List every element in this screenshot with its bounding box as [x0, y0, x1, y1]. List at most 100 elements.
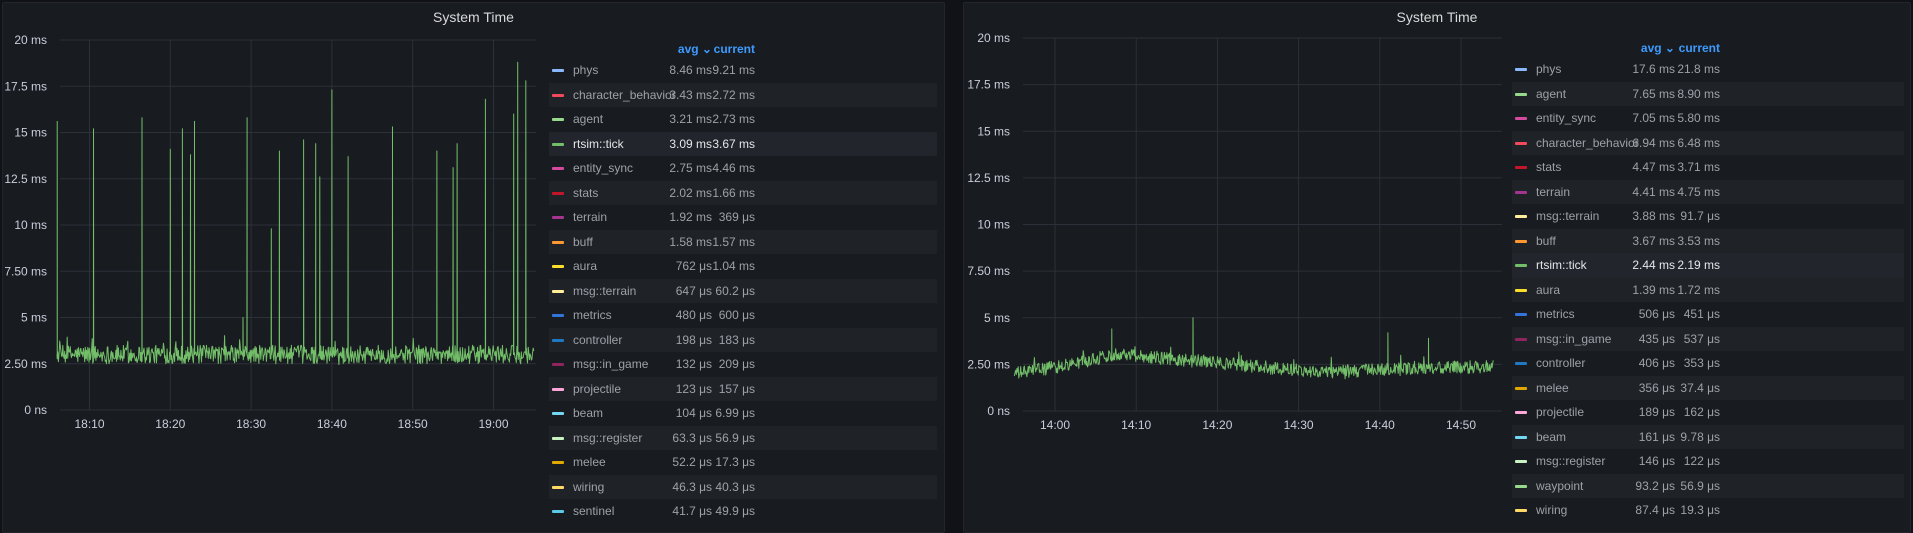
system-time-panel-right[interactable]: System Time 0 ns 2.50 ms 5 ms 7.50 ms 10 ms 1… — [963, 2, 1911, 533]
legend-row[interactable]: controller 406 μs 353 μs — [1512, 351, 1904, 376]
legend-row[interactable]: msg::in_game 132 μs 209 μs — [549, 352, 937, 377]
system-time-panel-left[interactable]: System Time 0 ns 2.50 ms 5 ms 7.50 ms 10 ms 1… — [2, 2, 945, 533]
legend-series-name[interactable]: msg::in_game — [573, 352, 648, 377]
legend-series-name[interactable]: terrain — [573, 205, 607, 230]
legend-row[interactable]: msg::terrain 647 μs 60.2 μs — [549, 278, 937, 304]
legend-series-name[interactable]: melee — [1536, 376, 1569, 401]
legend-series-name[interactable]: controller — [573, 328, 622, 353]
legend-table: avg ⌄ current phys 8.46 ms 9.21 ms character_… — [549, 38, 937, 524]
legend-series-name[interactable]: melee — [573, 450, 606, 475]
legend-color-swatch — [552, 485, 564, 489]
legend-series-name[interactable]: wiring — [573, 475, 604, 500]
legend-row[interactable]: beam 104 μs 6.99 μs — [549, 401, 937, 426]
legend-row[interactable]: stats 4.47 ms 3.71 ms — [1512, 155, 1904, 180]
legend-series-name[interactable]: msg::in_game — [1536, 327, 1611, 352]
sort-current-column-header[interactable]: current — [714, 42, 755, 56]
legend-avg-value: 647 μs — [675, 283, 712, 298]
legend-series-name[interactable]: aura — [1536, 278, 1560, 303]
legend-row[interactable]: projectile 123 μs 157 μs — [549, 376, 937, 402]
legend-series-name[interactable]: beam — [1536, 425, 1566, 450]
legend-row[interactable]: agent 7.65 ms 8.90 ms — [1512, 81, 1904, 107]
legend-row[interactable]: msg::register 146 μs 122 μs — [1512, 449, 1904, 474]
legend-row[interactable]: melee 356 μs 37.4 μs — [1512, 375, 1904, 401]
legend-current-value: 4.75 ms — [1677, 184, 1720, 199]
legend-series-name[interactable]: msg::terrain — [573, 279, 636, 304]
legend-row[interactable]: phys 17.6 ms 21.8 ms — [1512, 57, 1904, 82]
legend-series-name[interactable]: character_behavior — [1536, 131, 1639, 156]
legend-row[interactable]: agent 3.21 ms 2.73 ms — [549, 107, 937, 132]
legend-series-name[interactable]: sentinel — [573, 499, 614, 524]
legend-series-name[interactable]: metrics — [573, 303, 612, 328]
legend-series-name[interactable]: rtsim::tick — [1536, 253, 1587, 278]
legend-series-name[interactable]: phys — [573, 58, 598, 83]
legend-series-name[interactable]: entity_sync — [573, 156, 633, 181]
legend-avg-value: 3.43 ms — [669, 87, 712, 102]
legend-series-name[interactable]: phys — [1536, 57, 1561, 82]
legend-row[interactable]: aura 762 μs 1.04 ms — [549, 254, 937, 279]
legend-row[interactable]: entity_sync 7.05 ms 5.80 ms — [1512, 106, 1904, 131]
legend-series-name[interactable]: wiring — [1536, 498, 1567, 523]
legend-row[interactable]: rtsim::tick 2.44 ms 2.19 ms — [1512, 253, 1904, 278]
legend-row[interactable]: aura 1.39 ms 1.72 ms — [1512, 277, 1904, 303]
legend-series-name[interactable]: controller — [1536, 351, 1585, 376]
legend-series-name[interactable]: metrics — [1536, 302, 1575, 327]
legend-row[interactable]: terrain 1.92 ms 369 μs — [549, 205, 937, 230]
legend-series-name[interactable]: buff — [573, 230, 593, 255]
legend-row[interactable]: controller 198 μs 183 μs — [549, 327, 937, 353]
legend-row[interactable]: buff 1.58 ms 1.57 ms — [549, 229, 937, 255]
legend-series-name[interactable]: aura — [573, 254, 597, 279]
sort-current-column-header[interactable]: current — [1679, 41, 1720, 55]
legend-row[interactable]: msg::register 63.3 μs 56.9 μs — [549, 425, 937, 451]
legend-row[interactable]: projectile 189 μs 162 μs — [1512, 400, 1904, 425]
legend-series-name[interactable]: stats — [1536, 155, 1561, 180]
series-line-rtsim-tick[interactable] — [56, 61, 535, 365]
legend-series-name[interactable]: msg::register — [573, 426, 642, 451]
legend-series-name[interactable]: stats — [573, 181, 598, 206]
legend-series-name[interactable]: msg::terrain — [1536, 204, 1599, 229]
legend-series-name[interactable]: rtsim::tick — [573, 132, 624, 157]
legend-row[interactable]: buff 3.67 ms 3.53 ms — [1512, 228, 1904, 254]
y-tick-label: 17.5 ms — [4, 79, 47, 93]
legend-row[interactable]: sentinel 41.7 μs 49.9 μs — [549, 499, 937, 524]
legend-row[interactable]: msg::terrain 3.88 ms 91.7 μs — [1512, 204, 1904, 229]
legend-row[interactable]: melee 52.2 μs 17.3 μs — [549, 450, 937, 475]
legend-series-name[interactable]: projectile — [573, 377, 621, 402]
sort-avg-column-header[interactable]: avg ⌄ — [1641, 41, 1675, 55]
legend-series-name[interactable]: entity_sync — [1536, 106, 1596, 131]
legend-series-name[interactable]: waypoint — [1536, 474, 1583, 499]
legend-series-name[interactable]: msg::register — [1536, 449, 1605, 474]
legend-color-swatch — [552, 240, 564, 244]
legend-current-value: 3.53 ms — [1677, 233, 1720, 248]
legend-series-name[interactable]: character_behavior — [573, 83, 676, 108]
legend-row[interactable]: metrics 480 μs 600 μs — [549, 303, 937, 328]
legend-current-value: 183 μs — [718, 332, 755, 347]
sort-avg-column-header[interactable]: avg ⌄ — [678, 42, 712, 56]
legend-avg-value: 435 μs — [1638, 331, 1675, 346]
legend-avg-value: 6.94 ms — [1632, 135, 1675, 150]
legend-row[interactable]: entity_sync 2.75 ms 4.46 ms — [549, 156, 937, 181]
legend-row[interactable]: terrain 4.41 ms 4.75 ms — [1512, 179, 1904, 205]
legend-series-name[interactable]: agent — [1536, 82, 1566, 107]
legend-color-swatch — [552, 289, 564, 293]
legend-row[interactable]: phys 8.46 ms 9.21 ms — [549, 58, 937, 83]
legend-row[interactable]: wiring 46.3 μs 40.3 μs — [549, 474, 937, 500]
legend-row[interactable]: character_behavior 3.43 ms 2.72 ms — [549, 82, 937, 108]
legend-avg-value: 93.2 μs — [1635, 478, 1675, 493]
legend-current-value: 122 μs — [1683, 454, 1720, 468]
legend-row[interactable]: msg::in_game 435 μs 537 μs — [1512, 326, 1904, 352]
legend-series-name[interactable]: beam — [573, 401, 603, 426]
legend-series-name[interactable]: buff — [1536, 229, 1556, 254]
legend-row[interactable]: character_behavior 6.94 ms 6.48 ms — [1512, 130, 1904, 156]
legend-row[interactable]: beam 161 μs 9.78 μs — [1512, 424, 1904, 450]
legend-row[interactable]: wiring 87.4 μs 19.3 μs — [1512, 498, 1904, 523]
legend-row[interactable]: waypoint 93.2 μs 56.9 μs — [1512, 473, 1904, 499]
legend-series-name[interactable]: agent — [573, 107, 603, 132]
legend-row[interactable]: stats 2.02 ms 1.66 ms — [549, 180, 937, 206]
legend-row[interactable]: rtsim::tick 3.09 ms 3.67 ms — [549, 131, 937, 157]
legend-row[interactable]: metrics 506 μs 451 μs — [1512, 302, 1904, 327]
series-line-rtsim-tick[interactable] — [1013, 317, 1494, 380]
legend-series-name[interactable]: projectile — [1536, 400, 1584, 425]
legend-color-swatch — [552, 167, 564, 170]
legend-color-swatch — [1515, 215, 1527, 218]
legend-series-name[interactable]: terrain — [1536, 180, 1570, 205]
